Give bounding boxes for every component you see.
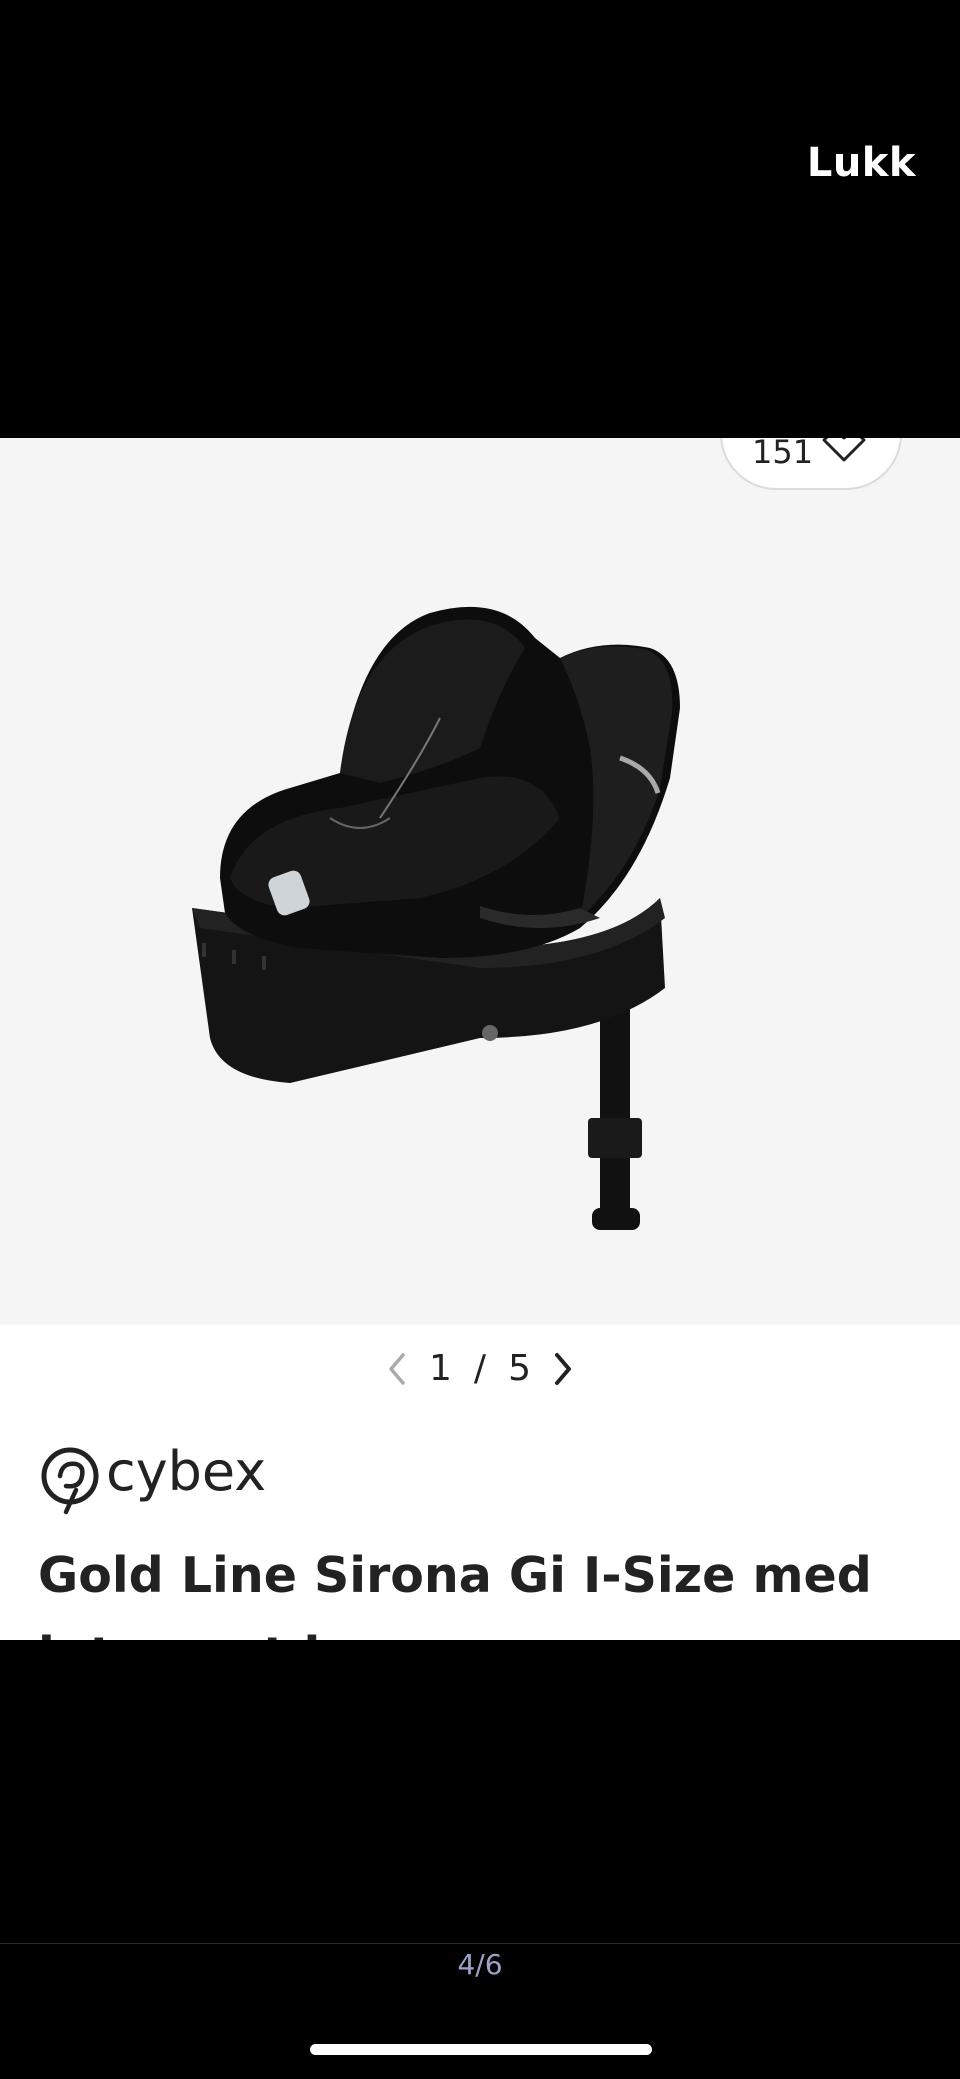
product-title: Gold Line Sirona Gi I-Size med integrert… [38,1547,872,1640]
page-indicator: 4/6 [457,1948,503,1981]
gallery-total: 5 [508,1348,531,1389]
car-seat-photo [192,606,680,1230]
brand-logo: cybex [40,1438,300,1522]
screenshot-image: 151 1 / 5 cybex Gold Line Sirona Gi I-Si… [0,438,960,1640]
brand-name: cybex [106,1440,266,1503]
footer-divider [0,1943,960,1944]
image-viewer: Lukk 151 1 / 5 cybex Gold Line Sirona Gi… [0,0,960,2079]
favorite-button[interactable]: 151 [720,438,902,490]
gallery-pager: 1 / 5 [0,1348,960,1398]
close-button[interactable]: Lukk [807,140,916,186]
heart-icon [822,438,866,462]
home-indicator[interactable] [310,2044,652,2055]
gallery-separator: / [473,1348,487,1389]
favorite-count: 151 [752,438,814,471]
chevron-left-icon[interactable] [385,1351,407,1387]
gallery-current-index: 1 [429,1348,452,1389]
product-image-area: 151 [0,438,960,1325]
chevron-right-icon[interactable] [553,1351,575,1387]
